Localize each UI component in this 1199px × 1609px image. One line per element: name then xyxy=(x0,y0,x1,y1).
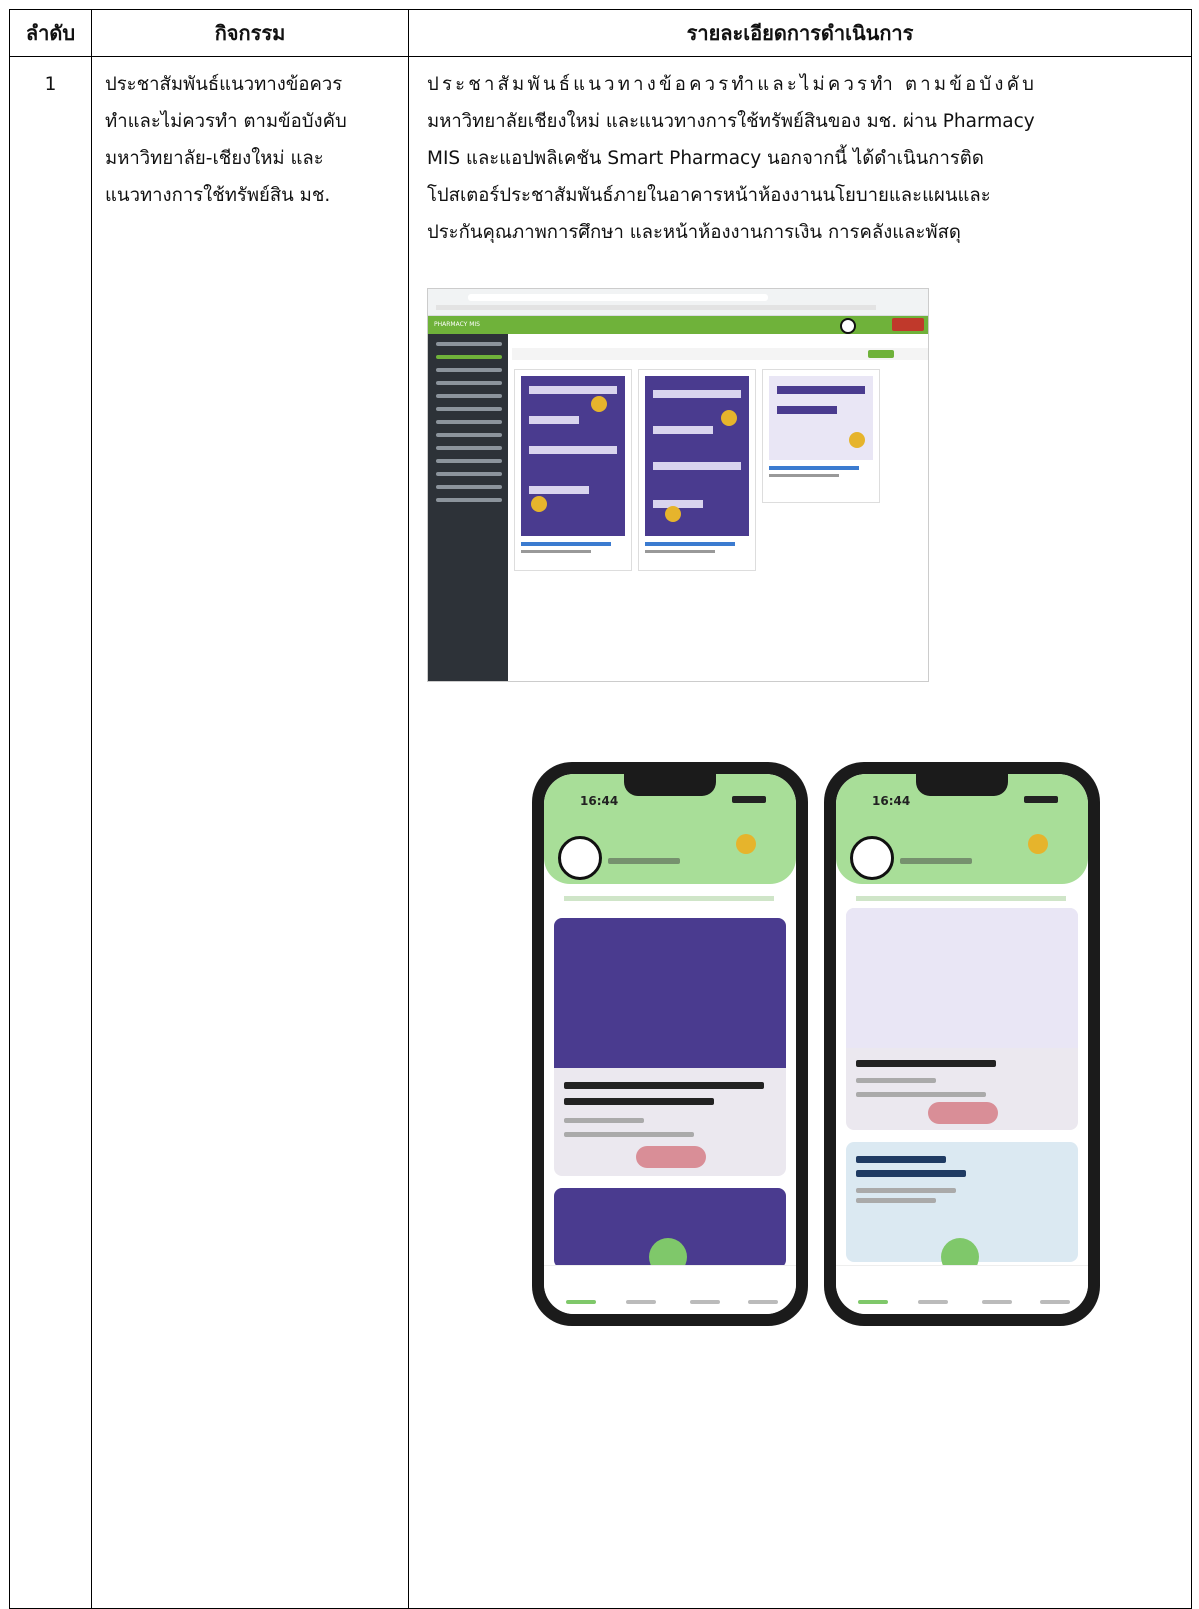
poster-image xyxy=(645,376,749,536)
column-divider-1 xyxy=(91,10,92,1608)
app-topbar: PHARMACY MIS xyxy=(428,316,928,334)
phone-notch xyxy=(624,774,716,796)
sidebar-item xyxy=(436,381,502,385)
header-activity: กิจกรรม xyxy=(214,21,286,45)
news-post xyxy=(638,369,756,571)
status-time: 16:44 xyxy=(872,794,911,808)
detail-line: โปสเตอร์ประชาสัมพันธ์ภายในอาคารหน้าห้องง… xyxy=(427,185,991,206)
activity-cell: ประชาสัมพันธ์แนวทางข้อควร ทำและไม่ควรทำ … xyxy=(105,66,409,214)
sidebar-item xyxy=(436,446,502,450)
sidebar-item xyxy=(436,420,502,424)
bookmarks-bar xyxy=(436,305,876,310)
phone-screenshot-1: 16:44 xyxy=(532,762,808,1326)
news-header xyxy=(512,348,928,360)
read-more-button xyxy=(636,1146,706,1168)
detail-line: MIS และแอปพลิเคชัน Smart Pharmacy นอกจาก… xyxy=(427,148,984,169)
detail-line: ประชาสัมพันธ์แนวทางข้อควรทำและไม่ควรทำ ต… xyxy=(427,74,1038,95)
news-card xyxy=(554,918,786,1176)
news-panel xyxy=(508,334,928,681)
sidebar-item xyxy=(436,459,502,463)
poster-image xyxy=(521,376,625,536)
news-post xyxy=(514,369,632,571)
sidebar-item xyxy=(436,485,502,489)
status-icons xyxy=(732,796,766,803)
sidebar-item xyxy=(436,472,502,476)
sidebar-item xyxy=(436,394,502,398)
news-post xyxy=(762,369,880,503)
bottom-tab-bar xyxy=(544,1265,796,1314)
pharmacy-mis-screenshot: PHARMACY MIS xyxy=(427,288,929,682)
user-avatar xyxy=(840,318,856,334)
faculty-banner xyxy=(564,896,774,901)
sidebar-item xyxy=(436,342,502,346)
activity-line: ทำและไม่ควรทำ ตามข้อบังคับ xyxy=(105,111,347,132)
sidebar xyxy=(428,334,508,681)
header-order: ลำดับ xyxy=(25,21,76,45)
detail-line: มหาวิทยาลัยเชียงใหม่ และแนวทางการใช้ทรัพ… xyxy=(427,111,1035,132)
status-time: 16:44 xyxy=(580,794,619,808)
poster-image xyxy=(769,376,873,460)
faculty-banner xyxy=(856,896,1066,901)
phone-screenshot-2: 16:44 xyxy=(824,762,1100,1326)
read-more-button xyxy=(928,1102,998,1124)
url-bar xyxy=(468,294,768,301)
user-avatar xyxy=(558,836,602,880)
coin-icon xyxy=(1028,834,1048,854)
coin-icon xyxy=(736,834,756,854)
header-divider xyxy=(10,56,1191,57)
user-avatar xyxy=(850,836,894,880)
activity-line: แนวทางการใช้ทรัพย์สิน มช. xyxy=(105,185,331,206)
detail-line: ประกันคุณภาพการศึกษา และหน้าห้องงานการเง… xyxy=(427,222,961,243)
status-icons xyxy=(1024,796,1058,803)
column-divider-2 xyxy=(408,10,409,1608)
activity-line: ประชาสัมพันธ์แนวทางข้อควร xyxy=(105,74,343,95)
bottom-tab-bar xyxy=(836,1265,1088,1314)
detail-cell: ประชาสัมพันธ์แนวทางข้อควรทำและไม่ควรทำ ต… xyxy=(427,66,1162,251)
row-number: 1 xyxy=(44,74,57,95)
sidebar-item-active xyxy=(436,355,502,359)
browser-chrome xyxy=(428,289,928,316)
news-card xyxy=(846,908,1078,1130)
sidebar-item xyxy=(436,433,502,437)
sidebar-item xyxy=(436,498,502,502)
logout-button xyxy=(892,318,924,331)
app-title: PHARMACY MIS xyxy=(434,321,480,328)
header-details: รายละเอียดการดำเนินการ xyxy=(686,21,914,45)
sidebar-item xyxy=(436,368,502,372)
phone-notch xyxy=(916,774,1008,796)
user-name xyxy=(608,858,680,864)
user-name xyxy=(900,858,972,864)
sidebar-item xyxy=(436,407,502,411)
activity-line: มหาวิทยาลัย-เชียงใหม่ และ xyxy=(105,148,324,169)
